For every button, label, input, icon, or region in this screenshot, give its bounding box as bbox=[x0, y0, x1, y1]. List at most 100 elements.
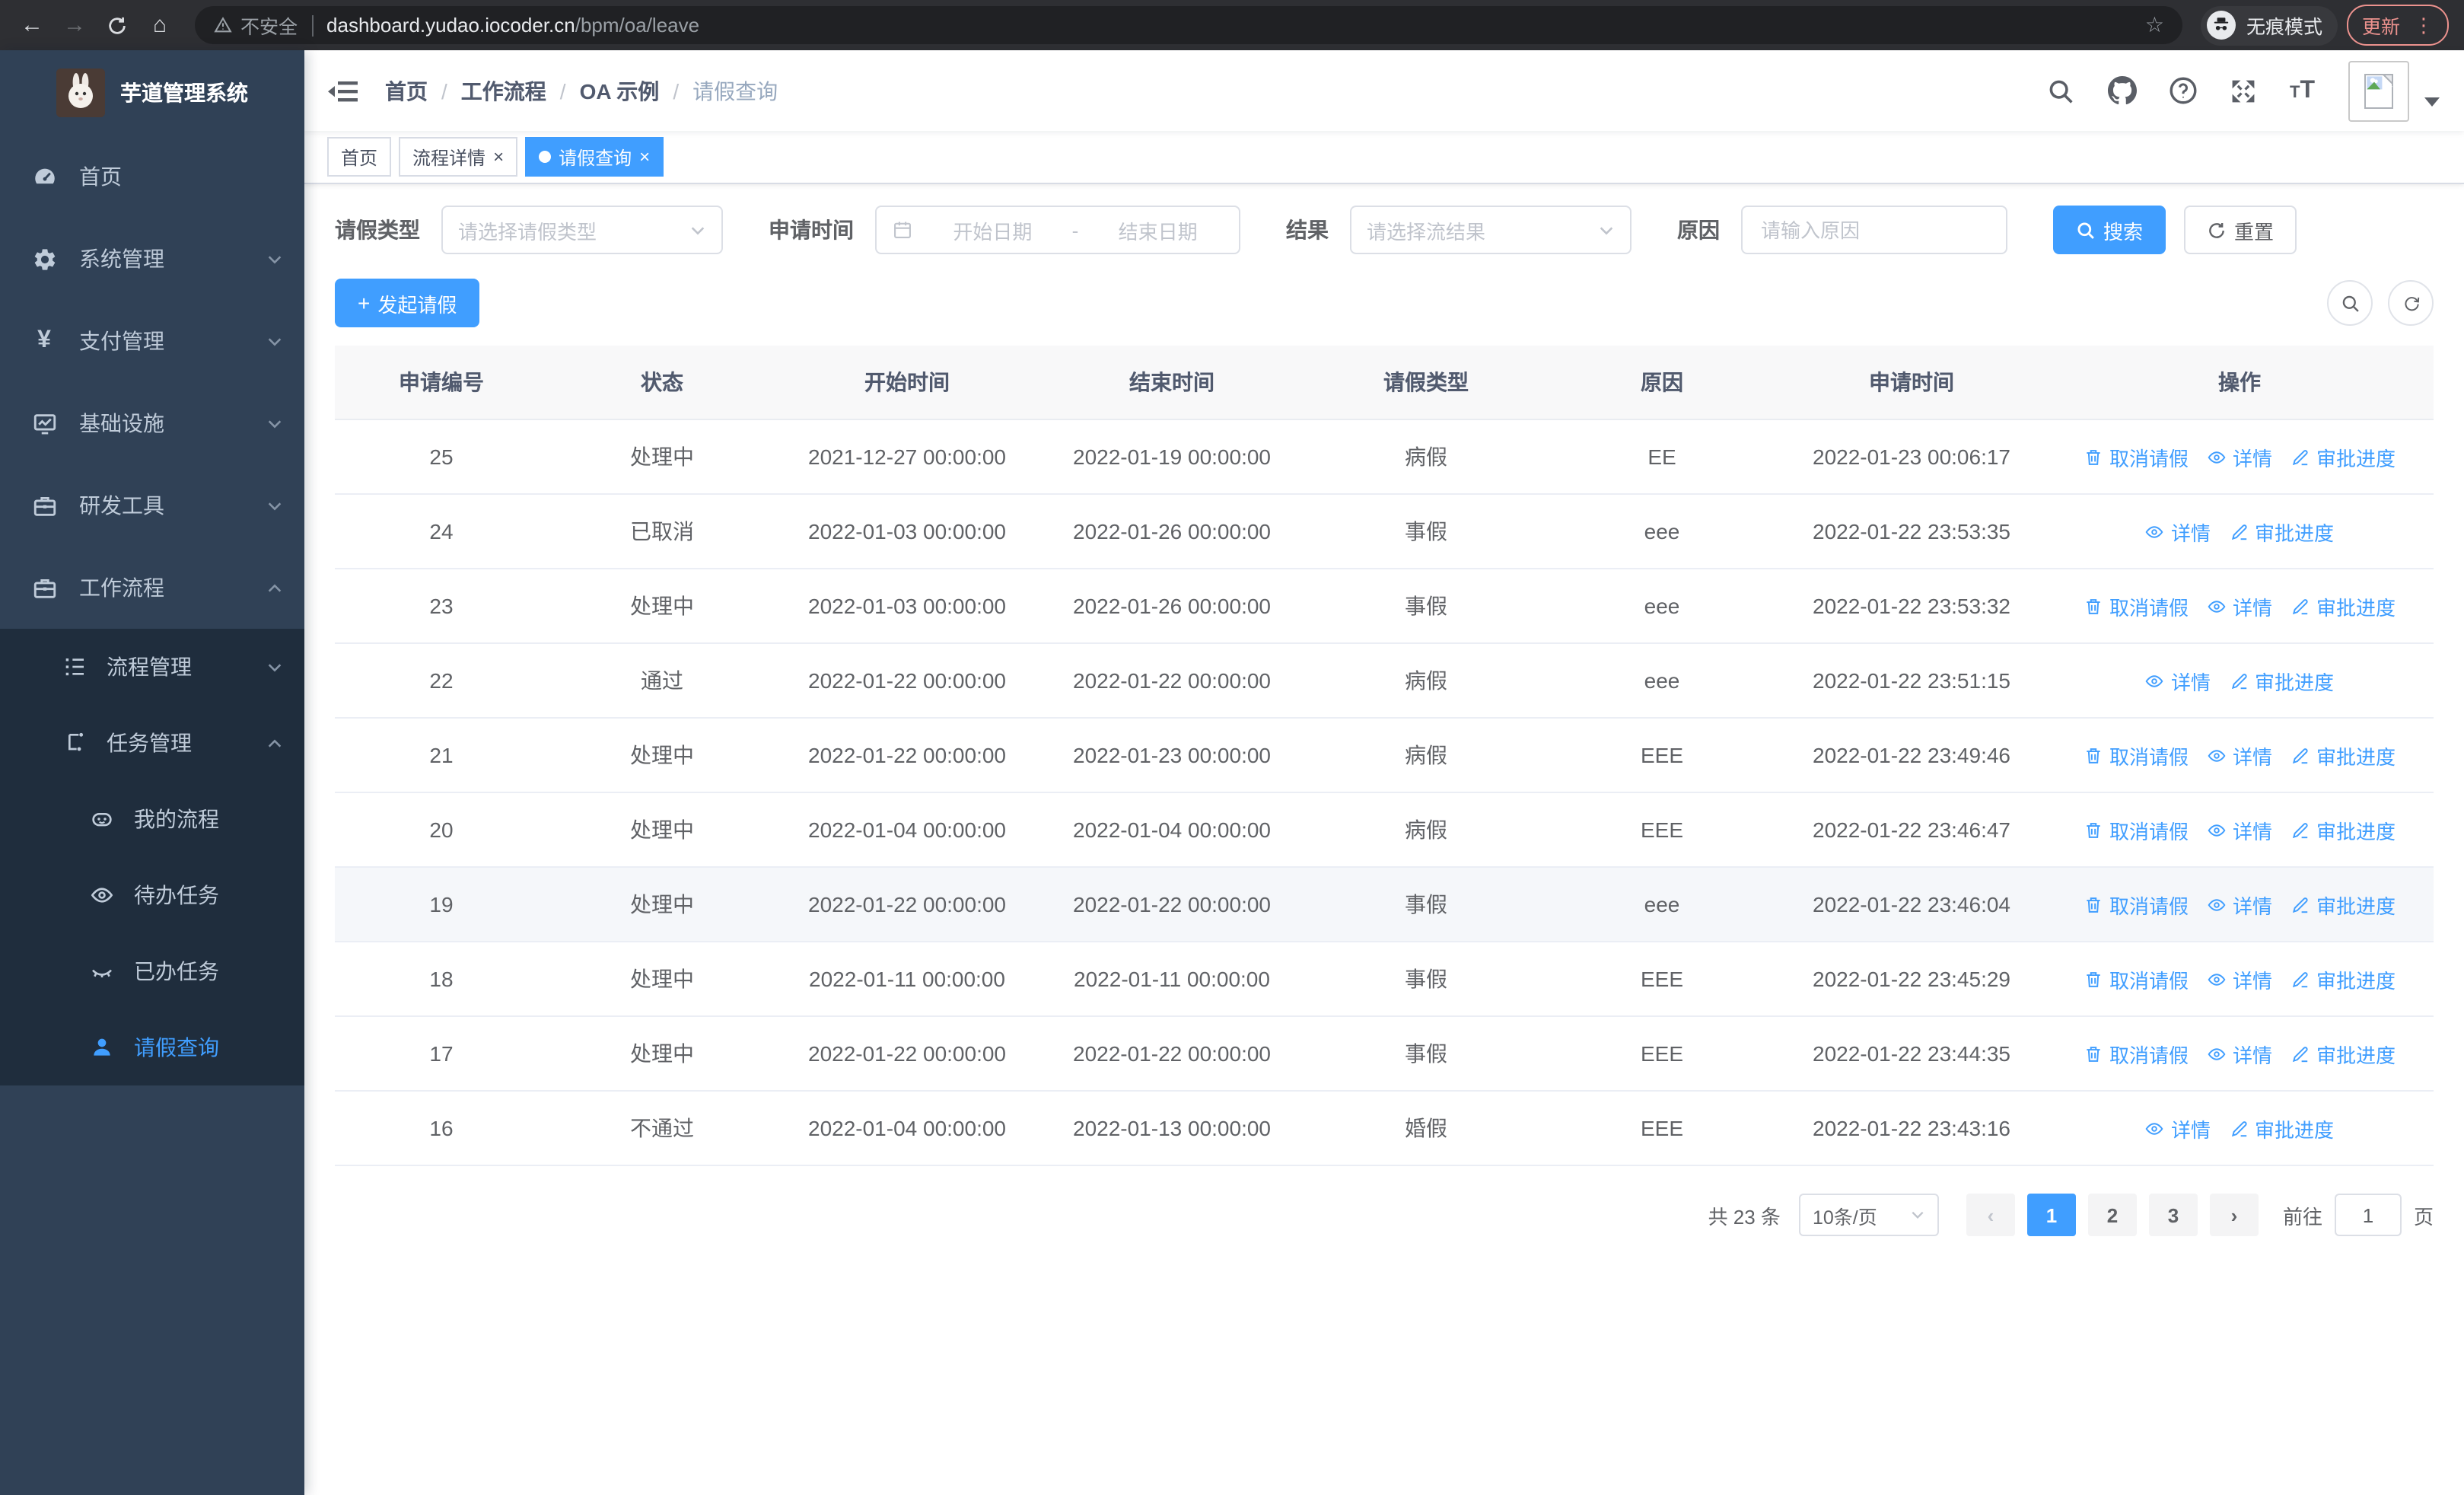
action-detail-link[interactable]: 详情 bbox=[2207, 890, 2272, 919]
action-cancel-link[interactable]: 取消请假 bbox=[2084, 815, 2189, 844]
sidebar-item-done-task[interactable]: 已办任务 bbox=[0, 933, 304, 1009]
avatar[interactable] bbox=[2348, 60, 2409, 121]
yen-icon: ¥ bbox=[37, 327, 51, 353]
leave-type-select[interactable]: 请选择请假类型 bbox=[441, 206, 723, 254]
result-select[interactable]: 请选择流结果 bbox=[1350, 206, 1632, 254]
table-row: 16 不通过 2022-01-04 00:00:00 2022-01-13 00… bbox=[335, 1091, 2434, 1166]
sidebar-item-todo-task[interactable]: 待办任务 bbox=[0, 857, 304, 933]
refresh-table-button[interactable] bbox=[2388, 280, 2434, 326]
action-cancel-link[interactable]: 取消请假 bbox=[2084, 890, 2189, 919]
tab-leave-query[interactable]: 请假查询 × bbox=[525, 137, 664, 177]
action-cancel-link[interactable]: 取消请假 bbox=[2084, 741, 2189, 770]
sidebar-item-my-process[interactable]: 我的流程 bbox=[0, 781, 304, 857]
action-progress-link[interactable]: 审批进度 bbox=[2291, 964, 2396, 993]
cell-reason: EEE bbox=[1546, 792, 1778, 868]
edit-icon bbox=[2230, 1120, 2246, 1136]
sidebar-item-flow-management[interactable]: 流程管理 bbox=[0, 629, 304, 705]
cell-end-time: 2022-01-04 00:00:00 bbox=[1038, 792, 1306, 868]
close-icon[interactable]: × bbox=[493, 148, 504, 166]
action-cancel-link[interactable]: 取消请假 bbox=[2084, 964, 2189, 993]
browser-update-button[interactable]: 更新 ⋮ bbox=[2346, 5, 2449, 46]
task-icon bbox=[61, 731, 88, 755]
avatar-caret-icon[interactable] bbox=[2424, 97, 2440, 106]
action-detail-link[interactable]: 详情 bbox=[2145, 517, 2211, 546]
breadcrumb-oa-example[interactable]: OA 示例 bbox=[580, 75, 660, 106]
search-icon[interactable] bbox=[2046, 75, 2077, 106]
date-range-input[interactable]: 开始日期 - 结束日期 bbox=[875, 206, 1240, 254]
eye-open-icon bbox=[88, 883, 116, 907]
browser-menu-icon[interactable]: ⋮ bbox=[2414, 13, 2434, 37]
goto-page-input[interactable] bbox=[2334, 1194, 2402, 1236]
action-detail-link[interactable]: 详情 bbox=[2207, 964, 2272, 993]
action-detail-link[interactable]: 详情 bbox=[2207, 1039, 2272, 1068]
action-progress-link[interactable]: 审批进度 bbox=[2229, 517, 2334, 546]
sidebar-item-infrastructure[interactable]: 基础设施 bbox=[0, 382, 304, 464]
sidebar-item-home[interactable]: 首页 bbox=[0, 135, 304, 218]
sidebar-item-devtools[interactable]: 研发工具 bbox=[0, 464, 304, 547]
screen: ← → ⌂ 不安全 dashboard.yudao.iocoder.cn/bpm… bbox=[0, 0, 2464, 1495]
action-progress-link[interactable]: 审批进度 bbox=[2291, 442, 2396, 471]
action-detail-link[interactable]: 详情 bbox=[2145, 1114, 2211, 1143]
font-size-icon[interactable]: TT bbox=[2290, 77, 2315, 104]
cell-id: 18 bbox=[335, 942, 548, 1017]
home-icon[interactable]: ⌂ bbox=[143, 8, 177, 42]
url-bar[interactable]: 不安全 dashboard.yudao.iocoder.cn/bpm/oa/le… bbox=[195, 6, 2182, 44]
tab-process-detail[interactable]: 流程详情 × bbox=[399, 137, 518, 177]
search-button[interactable]: 搜索 bbox=[2053, 206, 2166, 254]
sidebar-item-payment[interactable]: ¥ 支付管理 bbox=[0, 300, 304, 382]
cell-status: 处理中 bbox=[548, 419, 776, 495]
page-button-1[interactable]: 1 bbox=[2026, 1194, 2076, 1236]
cell-reason: eee bbox=[1546, 867, 1778, 942]
action-progress-link[interactable]: 审批进度 bbox=[2291, 1039, 2396, 1068]
action-progress-link[interactable]: 审批进度 bbox=[2291, 741, 2396, 770]
chevron-up-icon bbox=[266, 579, 283, 596]
security-warning[interactable]: 不安全 bbox=[213, 11, 298, 40]
sidebar-item-system[interactable]: 系统管理 bbox=[0, 218, 304, 300]
reason-input[interactable] bbox=[1741, 206, 2007, 254]
action-cancel-link[interactable]: 取消请假 bbox=[2084, 442, 2189, 471]
sidebar-item-workflow[interactable]: 工作流程 bbox=[0, 547, 304, 629]
start-date-placeholder: 开始日期 bbox=[953, 220, 1033, 243]
action-cancel-link[interactable]: 取消请假 bbox=[2084, 591, 2189, 620]
breadcrumb-home[interactable]: 首页 bbox=[385, 75, 428, 106]
action-detail-link[interactable]: 详情 bbox=[2207, 815, 2272, 844]
prev-page-button[interactable]: ‹ bbox=[1966, 1194, 2015, 1236]
collapse-sidebar-icon[interactable] bbox=[327, 74, 361, 107]
forward-icon[interactable]: → bbox=[58, 8, 91, 42]
logo-row[interactable]: 芋道管理系统 bbox=[0, 50, 304, 135]
action-detail-link[interactable]: 详情 bbox=[2207, 591, 2272, 620]
action-progress-link[interactable]: 审批进度 bbox=[2291, 591, 2396, 620]
cell-leave-type: 病假 bbox=[1306, 792, 1546, 868]
dashboard-icon bbox=[30, 164, 58, 190]
bookmark-star-icon[interactable]: ☆ bbox=[2145, 12, 2164, 38]
github-icon[interactable] bbox=[2107, 75, 2138, 106]
sidebar: 芋道管理系统 首页 系统管理 ¥ 支付管理 基础设施 研发工具 工作流程 流程管… bbox=[0, 50, 304, 1495]
show-search-button[interactable] bbox=[2327, 280, 2373, 326]
breadcrumb-workflow[interactable]: 工作流程 bbox=[461, 75, 546, 106]
create-leave-button[interactable]: + 发起请假 bbox=[335, 279, 480, 327]
action-progress-link[interactable]: 审批进度 bbox=[2229, 1114, 2334, 1143]
reload-icon[interactable] bbox=[100, 8, 134, 42]
sidebar-item-task-management[interactable]: 任务管理 bbox=[0, 705, 304, 781]
action-detail-link[interactable]: 详情 bbox=[2145, 666, 2211, 695]
back-icon[interactable]: ← bbox=[15, 8, 49, 42]
action-progress-link[interactable]: 审批进度 bbox=[2291, 890, 2396, 919]
cell-actions: 详情 审批进度 bbox=[2045, 643, 2434, 719]
reset-button[interactable]: 重置 bbox=[2184, 206, 2297, 254]
tab-home[interactable]: 首页 bbox=[327, 137, 392, 177]
cell-status: 处理中 bbox=[548, 942, 776, 1017]
action-progress-link[interactable]: 审批进度 bbox=[2229, 666, 2334, 695]
page-button-3[interactable]: 3 bbox=[2148, 1194, 2198, 1236]
next-page-button[interactable]: › bbox=[2209, 1194, 2259, 1236]
fullscreen-icon[interactable] bbox=[2229, 75, 2259, 106]
action-detail-link[interactable]: 详情 bbox=[2207, 442, 2272, 471]
close-icon[interactable]: × bbox=[639, 148, 650, 166]
pagination: 共 23 条 10条/页 ‹ 1 2 3 › 前往 页 bbox=[335, 1194, 2434, 1236]
action-cancel-link[interactable]: 取消请假 bbox=[2084, 1039, 2189, 1068]
help-icon[interactable] bbox=[2168, 75, 2198, 106]
page-size-select[interactable]: 10条/页 bbox=[1798, 1194, 1939, 1236]
sidebar-item-leave-query[interactable]: 请假查询 bbox=[0, 1009, 304, 1085]
page-button-2[interactable]: 2 bbox=[2087, 1194, 2137, 1236]
action-progress-link[interactable]: 审批进度 bbox=[2291, 815, 2396, 844]
action-detail-link[interactable]: 详情 bbox=[2207, 741, 2272, 770]
